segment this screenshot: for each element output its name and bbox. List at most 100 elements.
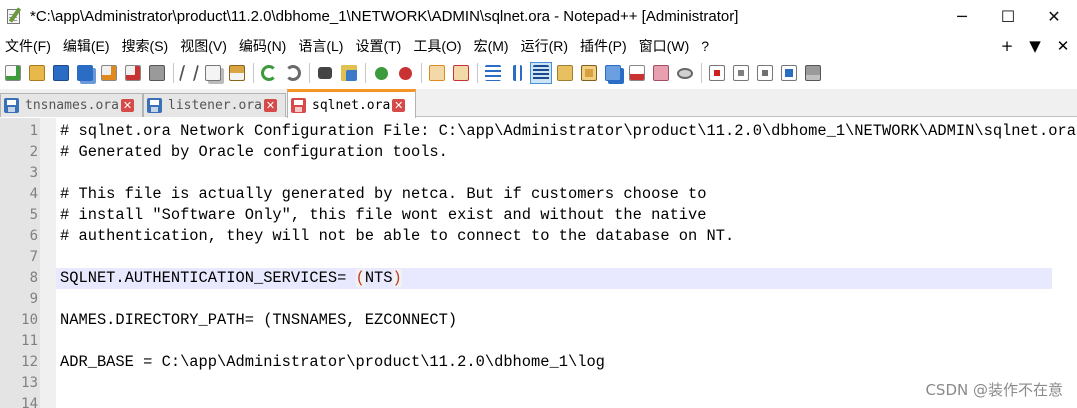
save-macro-button[interactable] [802,62,824,84]
line-number: 13 [21,375,38,391]
editor-line[interactable]: 12 ADR_BASE = C:\app\Administrator\produ… [0,352,1077,373]
editor-line[interactable]: 10 NAMES.DIRECTORY_PATH= (TNSNAMES, EZCO… [0,310,1077,331]
play-macro-button[interactable] [754,62,776,84]
line-number: 12 [21,354,38,370]
menu-settings[interactable]: 设置(T) [352,36,404,56]
menu-encoding[interactable]: 编码(N) [236,36,289,56]
menu-run[interactable]: 运行(R) [518,36,571,56]
show-all-chars-icon [512,65,522,81]
tab-list-button[interactable]: ▼ [1021,37,1049,55]
notepadpp-app-icon[interactable] [6,7,24,25]
line-text: # This file is actually generated by net… [60,185,707,203]
tab-close-icon[interactable]: ✕ [120,99,134,112]
toolbar [0,59,1077,87]
editor-line[interactable]: 5 # install "Software Only", this file w… [0,205,1077,226]
editor-line[interactable]: 6 # authentication, they will not be abl… [0,226,1077,247]
run-macro-multiple-button[interactable] [778,62,800,84]
indent-guide-icon [533,65,549,81]
zoom-in-button[interactable] [370,62,392,84]
paste-button[interactable] [226,62,248,84]
editor-line[interactable]: 13 [0,373,1077,394]
window-title: *C:\app\Administrator\product\11.2.0\dbh… [30,7,739,25]
word-wrap-button[interactable] [482,62,504,84]
sync-horizontal-button[interactable] [450,62,472,84]
brace-match-close: ) [392,269,402,287]
menu-search[interactable]: 搜索(S) [119,36,172,56]
close-all-button[interactable] [122,62,144,84]
toolbar-separator [362,62,368,84]
new-tab-button[interactable]: + [993,37,1021,55]
redo-button[interactable] [282,62,304,84]
tab-close-icon[interactable]: ✕ [392,98,406,112]
sync-vertical-button[interactable] [426,62,448,84]
editor-line[interactable]: 1 # sqlnet.ora Network Configuration Fil… [0,121,1077,142]
editor-line[interactable]: 14 [0,394,1077,408]
folder-workspace-icon [629,65,645,81]
open-file-button[interactable] [26,62,48,84]
line-number: 5 [29,207,38,223]
editor-line[interactable]: 2 # Generated by Oracle configuration to… [0,142,1077,163]
tab-tnsnames[interactable]: tnsnames.ora ✕ [0,93,143,117]
editor-line[interactable]: 11 [0,331,1077,352]
editor-line-current[interactable]: 8 SQLNET.AUTHENTICATION_SERVICES= (NTS) [0,268,1077,289]
cut-button[interactable] [178,62,200,84]
zoom-out-icon [398,66,412,80]
project-panel-button[interactable] [650,62,672,84]
menu-window[interactable]: 窗口(W) [636,36,693,56]
indent-guide-button[interactable] [530,62,552,84]
open-file-icon [29,65,45,81]
tab-close-icon[interactable]: ✕ [263,99,277,112]
show-all-chars-button[interactable] [506,62,528,84]
print-button[interactable] [146,62,168,84]
line-text: NAMES.DIRECTORY_PATH= (TNSNAMES, EZCONNE… [60,311,458,329]
replace-button[interactable] [338,62,360,84]
save-all-button[interactable] [74,62,96,84]
line-text: ADR_BASE = C:\app\Administrator\product\… [60,353,605,371]
menu-view[interactable]: 视图(V) [177,36,230,56]
tab-listener[interactable]: listener.ora ✕ [143,93,286,117]
menu-file[interactable]: 文件(F) [2,36,54,56]
tab-label: listener.ora [168,98,262,113]
editor-line[interactable]: 9 [0,289,1077,310]
menu-macro[interactable]: 宏(M) [471,36,512,56]
menu-language[interactable]: 语言(L) [295,36,346,56]
function-list-button[interactable] [602,62,624,84]
doc-map-button[interactable] [578,62,600,84]
copy-button[interactable] [202,62,224,84]
save-button[interactable] [50,62,72,84]
maximize-button[interactable]: ☐ [985,0,1031,32]
editor-line[interactable]: 7 [0,247,1077,268]
editor-line[interactable]: 4 # This file is actually generated by n… [0,184,1077,205]
close-doc-button[interactable]: ✕ [1049,37,1077,55]
toolbar-separator [250,62,256,84]
new-file-button[interactable] [2,62,24,84]
csdn-watermark: CSDN @装作不在意 [925,381,1063,399]
menu-help[interactable]: ? [698,38,712,54]
menu-tools[interactable]: 工具(O) [410,36,464,56]
menu-edit[interactable]: 编辑(E) [60,36,113,56]
close-button[interactable]: ✕ [1031,0,1077,32]
close-icon [101,65,117,81]
close-button-tb[interactable] [98,62,120,84]
find-button[interactable] [314,62,336,84]
stop-macro-icon [733,65,749,81]
zoom-out-button[interactable] [394,62,416,84]
menu-right-controls: + ▼ ✕ [993,34,1077,58]
code-value: NTS [364,269,393,287]
project-panel-icon [653,65,669,81]
record-macro-button[interactable] [706,62,728,84]
minimize-button[interactable]: ─ [939,0,985,32]
lang-define-button[interactable] [554,62,576,84]
run-macro-multiple-icon [781,65,797,81]
stop-macro-button[interactable] [730,62,752,84]
tab-sqlnet[interactable]: sqlnet.ora ✕ [287,89,416,118]
menu-plugins[interactable]: 插件(P) [577,36,630,56]
tab-bar: tnsnames.ora ✕ listener.ora ✕ sqlnet.ora… [0,89,1077,118]
cut-icon [178,65,200,81]
folder-workspace-button[interactable] [626,62,648,84]
code-editor[interactable]: 1 # sqlnet.ora Network Configuration Fil… [0,118,1077,408]
code-key: SQLNET.AUTHENTICATION_SERVICES= [60,269,356,287]
editor-line[interactable]: 3 [0,163,1077,184]
undo-button[interactable] [258,62,280,84]
monitor-button[interactable] [674,62,696,84]
